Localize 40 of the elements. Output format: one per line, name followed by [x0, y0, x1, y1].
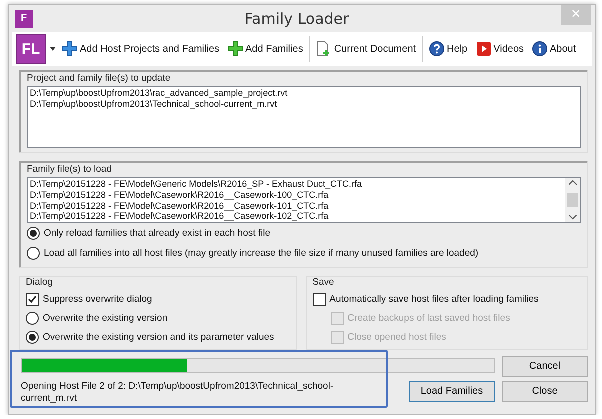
- info-icon: [532, 41, 548, 57]
- group-title: Save: [312, 277, 334, 288]
- toolbar-button[interactable]: Help: [427, 41, 470, 57]
- window-title: Family Loader: [244, 10, 350, 28]
- checkbox[interactable]: [26, 293, 39, 306]
- caret-icon[interactable]: [50, 47, 56, 51]
- group-title: Dialog: [26, 277, 53, 288]
- help-icon: [429, 41, 446, 57]
- checkbox[interactable]: [312, 293, 326, 306]
- radio-option[interactable]: Load all families into all host files (may greatly increase the file size if many unused families are loaded): [27, 243, 581, 263]
- group-title: Family file(s) to load: [27, 164, 112, 175]
- dialog-button[interactable]: Close: [502, 381, 588, 402]
- app-logo: F: [15, 10, 33, 28]
- app-menu-logo[interactable]: FL: [16, 34, 46, 64]
- toolbar-button[interactable]: Videos: [474, 41, 526, 57]
- plus-icon: [228, 41, 244, 57]
- checkbox-option[interactable]: Suppress overwrite dialog: [26, 290, 290, 309]
- checkbox-option[interactable]: Automatically save host files after loading families: [312, 290, 581, 309]
- scroll-down-icon[interactable]: [568, 215, 576, 220]
- cancel-button[interactable]: Cancel: [502, 356, 588, 377]
- list-item[interactable]: D:\Temp\up\boostUpfrom2013\rac_advanced_sample_project.rvt: [30, 88, 578, 99]
- toolbar-button[interactable]: About: [530, 41, 578, 57]
- status-text: Opening Host File 2 of 2: D:\Temp\up\boostUpfrom2013\Technical_school-current_m.rvt: [21, 381, 335, 405]
- radio-option[interactable]: Only reload families that already exist in each host file: [27, 223, 581, 243]
- list-item[interactable]: D:\Temp\20151228 - FE\Model\Casework\R2016__Casework-102_CTC.rfa: [30, 211, 563, 222]
- play-icon: [476, 41, 492, 57]
- radio-option[interactable]: Overwrite the existing version: [26, 309, 290, 328]
- list-item[interactable]: D:\Temp\20151228 - FE\Model\Casework\R2016__Casework-100_CTC.rfa: [30, 190, 563, 201]
- scroll-up-icon[interactable]: [568, 180, 576, 185]
- toolbar-button[interactable]: Add Host Projects and Families: [60, 41, 222, 57]
- list-item[interactable]: D:\Temp\20151228 - FE\Model\Casework\R2016__Casework-101_CTC.rfa: [30, 200, 563, 212]
- list-item[interactable]: D:\Temp\20151228 - FE\Model\Generic Models\R2016_SP - Exhaust Duct_CTC.rfa: [30, 179, 563, 190]
- toolbar-button[interactable]: Add Families: [226, 41, 306, 57]
- toolbar-button[interactable]: Current Document: [314, 40, 418, 58]
- radio-option[interactable]: Overwrite the existing version and its parameter values: [26, 328, 290, 347]
- plus-icon: [62, 41, 78, 57]
- group-title: Project and family file(s) to update: [27, 73, 171, 84]
- dialog-button[interactable]: Load Families: [409, 381, 495, 402]
- list-item[interactable]: D:\Temp\up\boostUpfrom2013\Technical_school-current_m.rvt: [30, 98, 578, 110]
- scrollbar[interactable]: [565, 178, 580, 222]
